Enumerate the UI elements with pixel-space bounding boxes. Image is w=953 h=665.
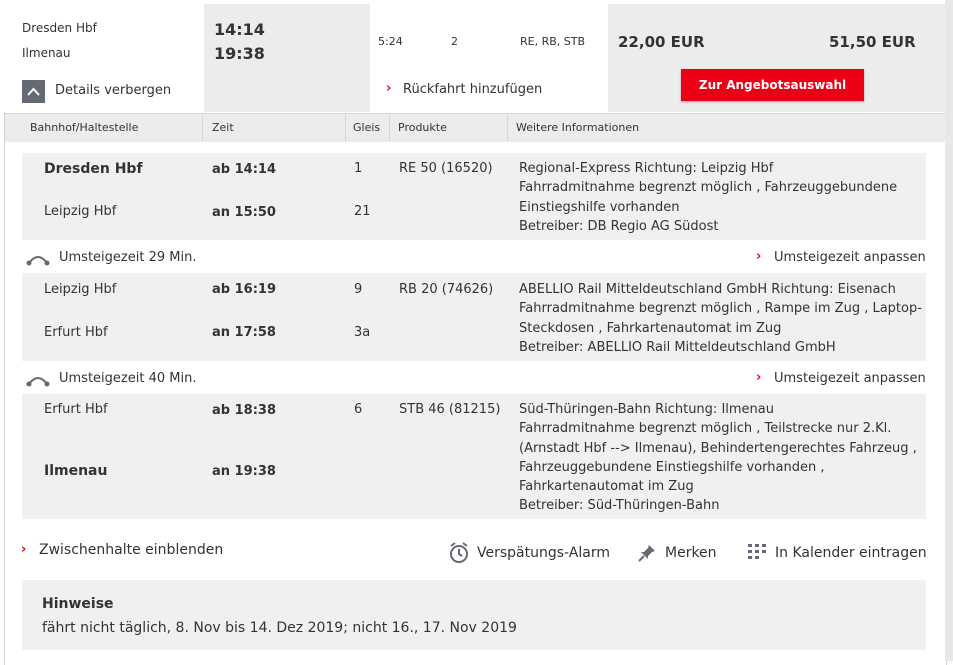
info-line: Fahrradmitnahme begrenzt möglich , Teils…: [519, 421, 892, 437]
summary-products: RE, RB, STB: [520, 35, 586, 48]
journey-segment-2: Leipzig Hbf ab 16:19 9 RB 20 (74626) Erf…: [22, 273, 926, 361]
segment-arrival-station: Leipzig Hbf: [44, 204, 117, 219]
segment-arrival-time: an 17:58: [212, 325, 276, 340]
segment-info: Regional-Express Richtung: Leipzig Hbf F…: [519, 159, 897, 236]
segment-departure-time: ab 16:19: [212, 282, 276, 297]
segment-product[interactable]: RB 20 (74626): [399, 282, 493, 297]
segment-departure-platform: 6: [354, 402, 363, 417]
header-time: Zeit: [212, 121, 234, 134]
hints-panel: Hinweise fährt nicht täglich, 8. Nov bis…: [22, 580, 926, 650]
header-divider: [389, 114, 390, 142]
info-line: Betreiber: Süd-Thüringen-Bahn: [519, 498, 720, 514]
segment-arrival-station: Erfurt Hbf: [44, 325, 108, 340]
header-divider: [345, 114, 346, 142]
summary-times: 14:14 19:38: [206, 4, 368, 112]
header-divider: [202, 114, 203, 142]
segment-product[interactable]: RE 50 (16520): [399, 161, 493, 176]
pin-icon: [638, 545, 655, 562]
info-line: Betreiber: ABELLIO Rail Mitteldeutschlan…: [519, 339, 836, 355]
segment-arrival-platform: 21: [354, 204, 371, 219]
add-to-calendar-link[interactable]: In Kalender eintragen: [775, 545, 927, 561]
transfer-row-1: Umsteigezeit 29 Min. › Umsteigezeit anpa…: [22, 243, 926, 273]
hints-text: fährt nicht täglich, 8. Nov bis 14. Dez …: [42, 620, 517, 636]
segment-departure-station: Erfurt Hbf: [44, 402, 108, 417]
segment-arrival-time: an 19:38: [212, 464, 276, 479]
segment-departure-platform: 9: [354, 282, 363, 297]
segment-departure-time: ab 14:14: [212, 162, 276, 177]
segment-info: Süd-Thüringen-Bahn Richtung: Ilmenau Fah…: [519, 400, 917, 516]
segment-product[interactable]: STB 46 (81215): [399, 402, 500, 417]
delay-alarm-link[interactable]: Verspätungs-Alarm: [477, 545, 610, 561]
adjust-transfer-link[interactable]: Umsteigezeit anpassen: [774, 371, 926, 386]
details-toggle-label[interactable]: Details verbergen: [55, 83, 171, 98]
info-line: Süd-Thüringen-Bahn Richtung: Ilmenau: [519, 402, 774, 417]
return-trip-link[interactable]: Rückfahrt hinzufügen: [403, 82, 542, 97]
summary-to-station: Ilmenau: [22, 46, 71, 60]
show-intermediate-stops-link[interactable]: Zwischenhalte einblenden: [39, 542, 223, 558]
info-line: Fahrkartenautomat im Zug: [519, 479, 694, 495]
summary-stations: Dresden Hbf Ilmenau Details verbergen: [4, 4, 204, 112]
summary-details: 5:24 2 RE, RB, STB › Rückfahrt hinzufüge…: [370, 4, 608, 112]
segment-departure-station: Dresden Hbf: [44, 161, 143, 177]
scrollbar[interactable]: [945, 0, 953, 661]
info-line: Regional-Express Richtung: Leipzig Hbf: [519, 161, 774, 176]
chevron-up-icon: [27, 87, 40, 96]
journey-segment-3: Erfurt Hbf ab 18:38 6 STB 46 (81215) Ilm…: [22, 394, 926, 519]
segment-departure-station: Leipzig Hbf: [44, 282, 117, 297]
summary-duration: 5:24: [378, 35, 403, 48]
chevron-right-icon: ›: [386, 81, 392, 96]
header-station: Bahnhof/Haltestelle: [30, 121, 139, 134]
transfer-time: Umsteigezeit 29 Min.: [59, 250, 197, 265]
segment-info: ABELLIO Rail Mitteldeutschland GmbH Rich…: [519, 280, 922, 357]
info-line: Einstiegshilfe vorhanden: [519, 199, 680, 215]
info-line: ABELLIO Rail Mitteldeutschland GmbH Rich…: [519, 282, 896, 297]
chevron-right-icon: ›: [21, 542, 27, 557]
info-line: Fahrradmitnahme begrenzt möglich , Rampe…: [519, 301, 922, 317]
details-toggle-button[interactable]: [22, 80, 45, 103]
adjust-transfer-link[interactable]: Umsteigezeit anpassen: [774, 250, 926, 265]
segment-arrival-platform: 3a: [354, 325, 371, 340]
chevron-right-icon: ›: [756, 249, 762, 264]
header-platform: Gleis: [353, 121, 381, 134]
segment-departure-platform: 1: [354, 161, 363, 176]
segment-arrival-time: an 15:50: [212, 205, 276, 220]
offer-selection-button[interactable]: Zur Angebotsauswahl: [681, 69, 864, 101]
chevron-right-icon: ›: [756, 370, 762, 385]
transfer-time: Umsteigezeit 40 Min.: [59, 371, 197, 386]
info-line: Betreiber: DB Regio AG Südost: [519, 218, 719, 234]
header-products: Produkte: [398, 121, 447, 134]
alarm-clock-icon: [450, 542, 468, 563]
segment-departure-time: ab 18:38: [212, 403, 276, 418]
summary-arr-time: 19:38: [214, 44, 265, 63]
info-line: Steckdosen , Fahrkartenautomat im Zug: [519, 320, 782, 336]
journey-segment-1: Dresden Hbf ab 14:14 1 RE 50 (16520) Lei…: [22, 153, 926, 240]
remember-link[interactable]: Merken: [665, 545, 717, 561]
transfer-row-2: Umsteigezeit 40 Min. › Umsteigezeit anpa…: [22, 364, 926, 394]
calendar-icon: [748, 544, 766, 559]
header-info: Weitere Informationen: [516, 121, 640, 134]
segment-arrival-station: Ilmenau: [44, 463, 108, 479]
price-saver[interactable]: 22,00 EUR: [618, 33, 705, 51]
table-header: Bahnhof/Haltestelle Zeit Gleis Produkte …: [5, 113, 945, 142]
price-flex[interactable]: 51,50 EUR: [829, 33, 916, 51]
walk-transfer-icon: [26, 377, 50, 387]
info-line: Fahrradmitnahme begrenzt möglich , Fahrz…: [519, 180, 898, 196]
info-line: (Arnstadt Hbf --> Ilmenau), Behinderteng…: [519, 440, 917, 456]
walk-transfer-icon: [26, 256, 50, 266]
summary-changes: 2: [451, 35, 458, 48]
header-divider: [507, 114, 508, 142]
summary-dep-time: 14:14: [214, 20, 265, 39]
info-line: Fahrzeuggebundene Einstiegshilfe vorhand…: [519, 459, 825, 475]
hints-title: Hinweise: [42, 596, 114, 612]
summary-from-station: Dresden Hbf: [22, 21, 97, 35]
